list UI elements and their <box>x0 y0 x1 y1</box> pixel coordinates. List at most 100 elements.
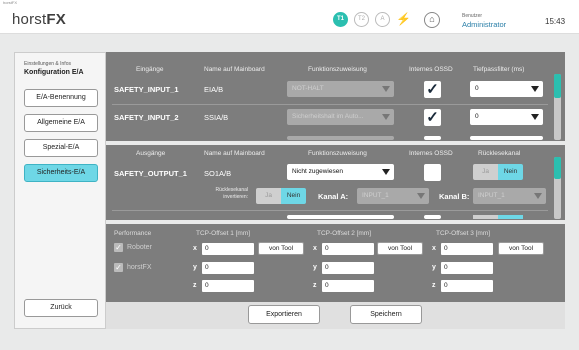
mode-auto-icon[interactable]: A <box>375 12 390 27</box>
channel-a-label: Kanal A: <box>318 192 349 201</box>
input-3-function-select-partial <box>287 136 394 140</box>
main-panel: Eingänge Name auf Mainboard Funktionszuw… <box>106 52 565 329</box>
mode-t2-icon[interactable]: T2 <box>354 12 369 27</box>
tcp2-y-input[interactable]: 0 <box>322 262 374 274</box>
inverted-no[interactable]: Nein <box>281 188 306 204</box>
col-header-function: Funktionszuweisung <box>308 66 367 73</box>
col-header-readback: Rücklesekanal <box>478 150 521 157</box>
chevron-down-icon <box>534 193 542 199</box>
tcp3-x-input[interactable]: 0 <box>441 243 493 255</box>
output-2-toggle-partial-on <box>498 215 523 219</box>
axis-z-label: z <box>313 282 317 289</box>
readback-no[interactable]: Nein <box>498 164 523 180</box>
input-1-function-select[interactable]: NOT-HALT <box>287 81 394 97</box>
col-header-outputs: Ausgänge <box>136 150 166 157</box>
col-header-filter: Tiefpassfilter (ms) <box>473 66 525 73</box>
section-divider <box>106 220 565 224</box>
output-1-name: SAFETY_OUTPUT_1 <box>114 169 187 178</box>
clock: 15:43 <box>545 17 566 26</box>
chevron-down-icon <box>382 114 390 120</box>
output-2-ossd-partial <box>424 215 441 219</box>
sidebar: Einstellungen & Infos Konfiguration E/A … <box>14 52 106 329</box>
input-1-filter-select[interactable]: 0 <box>470 81 543 97</box>
back-button[interactable]: Zurück <box>24 299 98 317</box>
col-header-ossd: Internes OSSD <box>409 150 453 157</box>
input-2-name: SAFETY_INPUT_2 <box>114 113 179 122</box>
axis-y-label: y <box>432 264 436 271</box>
tcp3-from-tool-button[interactable]: von Tool <box>498 242 544 255</box>
col-header-function: Funktionszuweisung <box>308 150 367 157</box>
inputs-scrollbar[interactable] <box>554 74 561 140</box>
input-1-name: SAFETY_INPUT_1 <box>114 85 179 94</box>
horstfx-checkbox[interactable]: ✓ <box>114 263 123 272</box>
performance-label: Performance <box>114 230 152 237</box>
output-2-toggle-partial-off <box>473 215 498 219</box>
home-icon[interactable]: ⌂ <box>424 12 440 28</box>
col-header-inputs: Eingänge <box>136 66 164 73</box>
footer-bar: Exportieren Speichern <box>106 302 565 329</box>
row-divider <box>112 210 548 211</box>
channel-b-select[interactable]: INPUT_1 <box>473 188 546 204</box>
readback-inverted-label: Rücklesekanal invertieren: <box>215 187 248 200</box>
inverted-yes[interactable]: Ja <box>256 188 281 204</box>
power-icon[interactable]: ⚡ <box>396 12 411 26</box>
output-1-readback-toggle[interactable]: Ja Nein <box>473 164 523 180</box>
tcp1-x-input[interactable]: 0 <box>202 243 254 255</box>
input-2-ossd-checkbox[interactable]: ✓ <box>424 109 441 126</box>
input-2-filter-select[interactable]: 0 <box>470 109 543 125</box>
tcp3-z-input[interactable]: 0 <box>441 280 493 292</box>
sidebar-item-io-naming[interactable]: E/A-Benennung <box>24 89 98 107</box>
chevron-down-icon <box>417 193 425 199</box>
tcp2-x-input[interactable]: 0 <box>322 243 374 255</box>
tcp2-from-tool-button[interactable]: von Tool <box>377 242 423 255</box>
col-header-ossd: Internes OSSD <box>409 66 453 73</box>
top-bar: horstFX T1 T2 A ⚡ ⌂ Benutzer Administrat… <box>0 6 579 34</box>
robot-checkbox-label: Roboter <box>127 244 152 251</box>
horstfx-checkbox-label: horstFX <box>127 264 152 271</box>
robot-checkbox[interactable]: ✓ <box>114 243 123 252</box>
col-header-board: Name auf Mainboard <box>204 150 265 157</box>
axis-x-label: x <box>313 245 317 252</box>
col-header-board: Name auf Mainboard <box>204 66 265 73</box>
chevron-down-icon <box>382 169 390 175</box>
save-button[interactable]: Speichern <box>350 305 422 324</box>
input-1-board: EIA/B <box>204 85 224 94</box>
input-2-function-select[interactable]: Sicherheitshalt im Auto... <box>287 109 394 125</box>
channel-b-label: Kanal B: <box>439 192 470 201</box>
outputs-scrollbar[interactable] <box>554 157 561 219</box>
tcp3-y-input[interactable]: 0 <box>441 262 493 274</box>
tcp1-y-input[interactable]: 0 <box>202 262 254 274</box>
mode-t1-icon[interactable]: T1 <box>333 12 348 27</box>
readback-yes[interactable]: Ja <box>473 164 498 180</box>
output-1-function-select[interactable]: Nicht zugewiesen <box>287 164 394 180</box>
row-divider <box>112 104 548 105</box>
tcp1-z-input[interactable]: 0 <box>202 280 254 292</box>
chevron-down-icon <box>531 86 539 92</box>
section-divider <box>106 141 565 145</box>
tcp1-from-tool-button[interactable]: von Tool <box>258 242 304 255</box>
axis-x-label: x <box>193 245 197 252</box>
export-button[interactable]: Exportieren <box>248 305 320 324</box>
app-logo: horstFX <box>12 11 66 28</box>
channel-a-select[interactable]: INPUT_1 <box>357 188 429 204</box>
sidebar-item-safety-io[interactable]: Sicherheits-E/A <box>24 164 98 182</box>
input-3-ossd-partial <box>424 136 441 140</box>
axis-z-label: z <box>432 282 436 289</box>
axis-x-label: x <box>432 245 436 252</box>
axis-y-label: y <box>193 264 197 271</box>
axis-y-label: y <box>313 264 317 271</box>
axis-z-label: z <box>193 282 197 289</box>
input-2-board: SSIA/B <box>204 113 229 122</box>
readback-inverted-toggle[interactable]: Ja Nein <box>256 188 306 204</box>
output-2-function-partial <box>287 215 394 219</box>
tcp2-z-input[interactable]: 0 <box>322 280 374 292</box>
sidebar-item-general-io[interactable]: Allgemeine E/A <box>24 114 98 132</box>
user-name[interactable]: Administrator <box>462 20 506 29</box>
output-1-ossd-checkbox[interactable] <box>424 164 441 181</box>
input-3-filter-partial <box>470 136 543 140</box>
tcp-offset-3-title: TCP-Offset 3 [mm] <box>436 230 491 237</box>
chevron-down-icon <box>382 86 390 92</box>
sidebar-item-special-io[interactable]: Spezial-E/A <box>24 139 98 157</box>
tcp-offset-1-title: TCP-Offset 1 [mm] <box>196 230 251 237</box>
input-1-ossd-checkbox[interactable]: ✓ <box>424 81 441 98</box>
